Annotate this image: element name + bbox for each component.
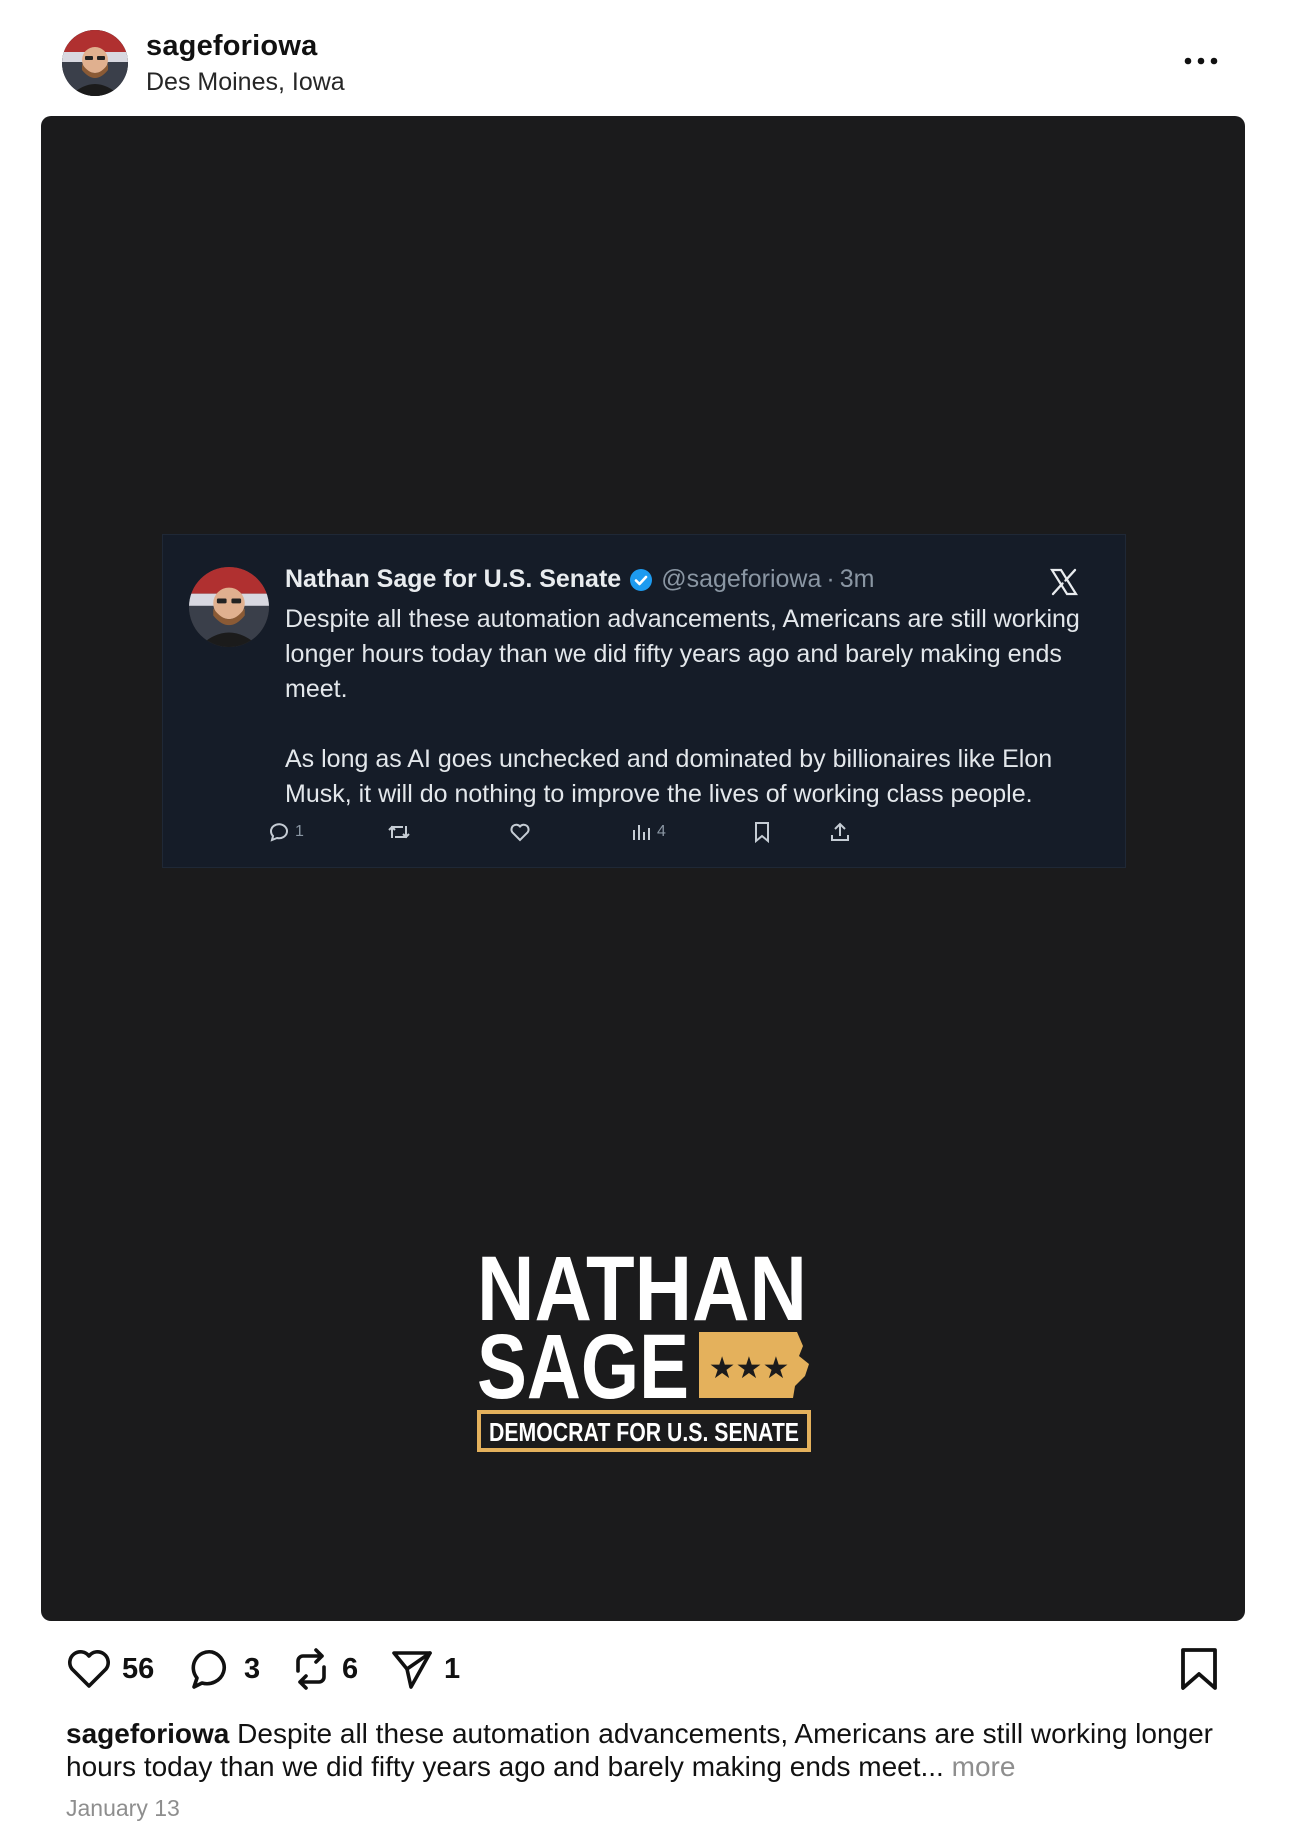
tweet-avatar (189, 567, 269, 647)
tweet-text: Despite all these automation advancement… (285, 602, 1085, 812)
bookmark-icon (755, 822, 769, 843)
retweet-icon (388, 825, 410, 839)
caption: sageforiowa Despite all these automation… (66, 1717, 1216, 1783)
x-logo-icon (1050, 568, 1078, 596)
views-count: 4 (657, 823, 666, 840)
bookmark-icon (1181, 1648, 1217, 1690)
post: sageforiowa Des Moines, Iowa Nathan Sage… (0, 0, 1295, 1845)
more-icon (1184, 57, 1218, 65)
views-icon (633, 825, 650, 840)
iowa-state-icon: ★★★ (699, 1332, 809, 1398)
tweet-views: 4 (631, 817, 666, 847)
heart-icon (68, 1650, 110, 1688)
share-count: 1 (444, 1652, 461, 1685)
tweet-time: 3m (839, 565, 875, 593)
svg-text:★★★: ★★★ (709, 1351, 790, 1386)
verified-badge-icon (629, 568, 653, 592)
like-count: 56 (122, 1652, 155, 1685)
heart-icon (510, 823, 530, 842)
like-button[interactable]: 56 (66, 1640, 154, 1698)
tweet-reply: 1 (267, 817, 304, 847)
embedded-tweet: Nathan Sage for U.S. Senate @sageforiowa… (162, 534, 1126, 868)
share-button[interactable]: 1 (390, 1640, 460, 1698)
reply-count: 1 (295, 823, 304, 840)
send-icon (392, 1651, 432, 1689)
location[interactable]: Des Moines, Iowa (146, 68, 345, 97)
tweet-share (829, 817, 851, 847)
more-options-button[interactable] (1178, 44, 1224, 78)
caption-more-link[interactable]: more (952, 1751, 1016, 1782)
repost-icon (296, 1648, 326, 1690)
avatar[interactable] (62, 30, 128, 96)
save-button[interactable] (1178, 1646, 1220, 1697)
campaign-logo: NATHAN SAGE ★★★ DEMOCRAT FOR U.S. SENATE (477, 1246, 811, 1452)
comment-button[interactable]: 3 (190, 1640, 260, 1698)
caption-username[interactable]: sageforiowa (66, 1718, 229, 1749)
tweet-actions: 1 4 (163, 817, 1127, 847)
tweet-display-name: Nathan Sage for U.S. Senate (285, 565, 622, 593)
post-actions: 56 3 6 1 (0, 1640, 1295, 1698)
tweet-handle: @sageforiowa (661, 565, 822, 593)
tweet-bookmark (753, 817, 771, 847)
tweet-separator: · (826, 565, 835, 593)
repost-count: 6 (342, 1652, 359, 1685)
comment-count: 3 (244, 1652, 261, 1685)
logo-line-2: SAGE (477, 1316, 689, 1418)
username[interactable]: sageforiowa (146, 30, 317, 63)
caption-text: Despite all these automation advancement… (66, 1718, 1214, 1782)
repost-button[interactable]: 6 (290, 1640, 358, 1698)
post-date: January 13 (66, 1795, 180, 1821)
logo-line-3: DEMOCRAT FOR U.S. SENATE (489, 1417, 799, 1447)
tweet-like (509, 817, 531, 847)
tweet-paragraph-2: As long as AI goes unchecked and dominat… (285, 745, 1053, 808)
comment-icon (191, 1649, 226, 1689)
post-header: sageforiowa Des Moines, Iowa (0, 0, 1295, 116)
post-media[interactable]: Nathan Sage for U.S. Senate @sageforiowa… (41, 116, 1245, 1621)
share-upload-icon (831, 822, 849, 841)
tweet-paragraph-1: Despite all these automation advancement… (285, 605, 1080, 703)
tweet-retweet (387, 817, 411, 847)
tweet-header: Nathan Sage for U.S. Senate @sageforiowa… (285, 565, 874, 594)
reply-icon (270, 823, 288, 842)
